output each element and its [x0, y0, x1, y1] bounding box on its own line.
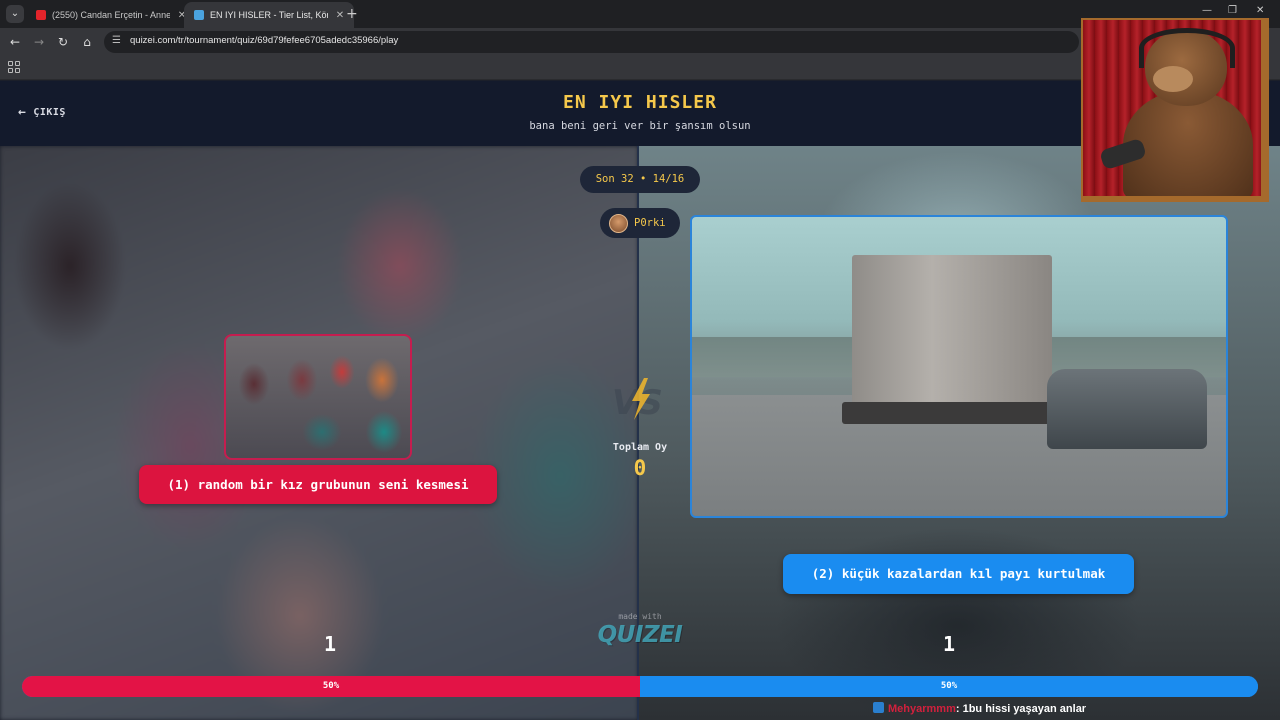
maximize-button[interactable]: ❐ — [1228, 5, 1237, 16]
tab-search-icon[interactable]: ⌄ — [6, 5, 24, 23]
total-votes-value: 0 — [633, 456, 647, 480]
youtube-icon — [36, 10, 46, 20]
svg-text:VS: VS — [612, 383, 663, 423]
quizei-favicon-icon — [194, 10, 204, 20]
apps-grid-icon[interactable] — [8, 61, 20, 73]
bear-snout — [1153, 66, 1193, 92]
home-icon[interactable]: ⌂ — [78, 33, 96, 51]
scene-truck — [852, 255, 1052, 405]
new-tab-button[interactable]: + — [346, 5, 358, 23]
url-text[interactable]: quizei.com/tr/tournament/quiz/69d79fefee… — [130, 35, 398, 46]
option-1-button[interactable]: (1) random bir kız grubunun seni kesmesi — [139, 465, 497, 504]
scene-car — [1047, 369, 1207, 449]
option-1-image[interactable] — [224, 334, 412, 460]
headphones-icon — [1139, 28, 1235, 68]
option-1-vote-count: 1 — [323, 632, 337, 656]
option-2-button[interactable]: (2) küçük kazalardan kıl payı kurtulmak — [783, 554, 1134, 594]
address-bar[interactable]: ☰ quizei.com/tr/tournament/quiz/69d79fef… — [104, 31, 1079, 53]
quizei-logo: QUIZEI — [597, 622, 683, 648]
tab-candan[interactable]: (2550) Candan Erçetin - Anneme ✕ — [26, 2, 196, 28]
option-2-vote-count: 1 — [942, 632, 956, 656]
total-votes-label: Toplam Oy — [612, 442, 668, 453]
back-arrow-icon[interactable]: ← — [6, 33, 24, 51]
avatar — [609, 213, 628, 233]
reload-icon[interactable]: ↻ — [54, 33, 72, 51]
forward-arrow-icon[interactable]: → — [30, 33, 48, 51]
chat-message: Mehyarmmm: 1bu hissi yaşayan anlar — [873, 702, 1086, 715]
option-1-percent: 50% — [322, 681, 340, 691]
chat-username: Mehyarmmm — [888, 703, 956, 715]
site-info-icon[interactable]: ☰ — [112, 34, 126, 48]
player-badge: P0rki — [600, 208, 680, 238]
screen: ⌄ (2550) Candan Erçetin - Anneme ✕ EN IY… — [0, 0, 1280, 720]
chat-badge-icon — [873, 702, 884, 713]
option-2-image[interactable] — [690, 215, 1228, 518]
tab-title: (2550) Candan Erçetin - Anneme — [52, 10, 170, 20]
vote-progress-bar: 50% 50% — [22, 676, 1258, 697]
round-badge: Son 32 • 14/16 — [580, 166, 700, 193]
option-2-percent: 50% — [940, 681, 958, 691]
streamer-webcam — [1081, 18, 1269, 202]
scene-truck-base — [842, 402, 1062, 424]
player-name: P0rki — [634, 217, 666, 229]
vs-lightning-icon: VS — [612, 378, 663, 423]
webcam-feed — [1083, 20, 1261, 196]
close-window-button[interactable]: ✕ — [1256, 5, 1264, 16]
tab-quizei[interactable]: EN IYI HISLER - Tier List, Kör Sır ✕ — [184, 2, 354, 28]
close-tab-icon[interactable]: ✕ — [334, 10, 346, 21]
made-with-label: made with — [618, 612, 662, 621]
vote-arena: Son 32 • 14/16 P0rki (1) random bir kız … — [0, 146, 1280, 720]
minimize-button[interactable]: — — [1202, 5, 1212, 16]
tab-title: EN IYI HISLER - Tier List, Kör Sır — [210, 10, 328, 20]
chat-text: : 1bu hissi yaşayan anlar — [955, 703, 1087, 715]
